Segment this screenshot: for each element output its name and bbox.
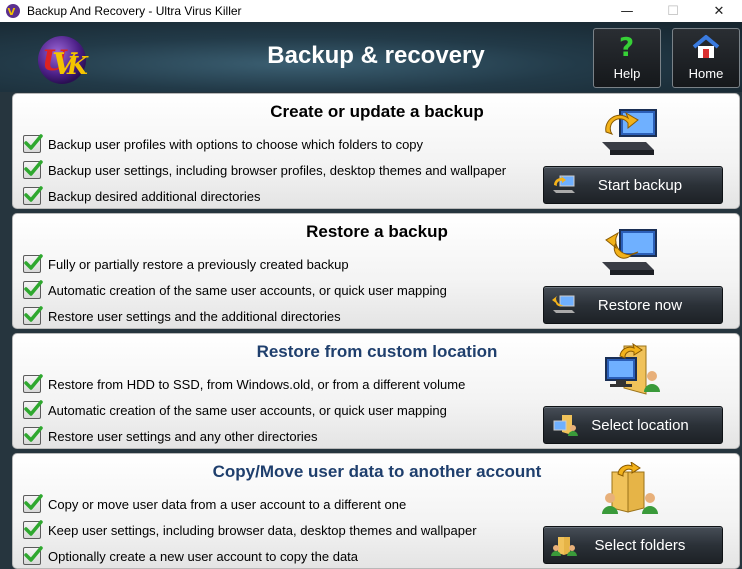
checkmark-icon — [23, 520, 43, 539]
select-location-button[interactable]: Select location — [543, 406, 723, 444]
list-item: Copy or move user data from a user accou… — [23, 494, 406, 514]
app-header: U V K Backup & recovery ? Help Home — [0, 22, 742, 92]
checkmark-icon — [23, 186, 43, 205]
maximize-button[interactable]: ☐ — [650, 0, 696, 22]
list-item: Backup user settings, including browser … — [23, 160, 506, 180]
list-item-text: Automatic creation of the same user acco… — [48, 402, 447, 418]
window-controls: — ☐ ✕ — [604, 0, 742, 22]
help-button-label: Help — [613, 66, 641, 81]
list-item-text: Optionally create a new user account to … — [48, 548, 359, 564]
select-folders-button[interactable]: Select folders — [543, 526, 723, 564]
home-button[interactable]: Home — [672, 28, 740, 88]
start-backup-label: Start backup — [597, 176, 683, 194]
list-item: Keep user settings, including browser da… — [23, 520, 477, 540]
list-item-text: Automatic creation of the same user acco… — [48, 282, 447, 298]
svg-text:?: ? — [619, 34, 634, 60]
folders-small-icon — [551, 537, 577, 556]
checkmark-icon — [23, 400, 43, 419]
backup-computer-icon — [602, 109, 657, 155]
list-item-text: Restore from HDD to SSD, from Windows.ol… — [48, 376, 466, 392]
copy-user-folders-icon — [602, 462, 658, 514]
question-mark-icon: ? — [619, 34, 634, 60]
list-item: Optionally create a new user account to … — [23, 546, 358, 566]
checkmark-icon — [23, 160, 43, 179]
restore-small-icon — [552, 295, 575, 313]
checkmark-icon — [23, 426, 43, 445]
minimize-button[interactable]: — — [604, 0, 650, 22]
panel-copy-move-user-data: Copy/Move user data to another account C… — [12, 453, 740, 569]
svg-text:V: V — [8, 7, 16, 18]
app-logo-icon: V — [6, 4, 20, 18]
custom-location-icon — [605, 342, 660, 395]
home-button-label: Home — [688, 66, 724, 81]
restore-now-button[interactable]: Restore now — [543, 286, 723, 324]
list-item-text: Fully or partially restore a previously … — [48, 256, 349, 272]
checkmark-icon — [23, 546, 43, 565]
uvk-logo-icon: U V K — [38, 36, 89, 84]
list-item-text: Restore user settings and the additional… — [48, 308, 341, 324]
list-item-text: Backup user profiles with options to cho… — [48, 136, 424, 152]
backup-small-icon — [553, 175, 575, 193]
help-button[interactable]: ? Help — [593, 28, 661, 88]
list-item: Restore user settings and any other dire… — [23, 426, 318, 446]
list-item: Automatic creation of the same user acco… — [23, 280, 447, 300]
location-small-icon — [553, 415, 578, 436]
select-folders-label: Select folders — [594, 536, 686, 554]
list-item: Backup user profiles with options to cho… — [23, 134, 423, 154]
checkmark-icon — [23, 374, 43, 393]
panel-restore-custom-location: Restore from custom location Restore fro… — [12, 333, 740, 449]
list-item-text: Copy or move user data from a user accou… — [48, 496, 407, 512]
checkmark-icon — [23, 306, 43, 325]
list-item-text: Backup desired additional directories — [48, 188, 261, 204]
list-item: Automatic creation of the same user acco… — [23, 400, 447, 420]
close-button[interactable]: ✕ — [696, 0, 742, 22]
list-item: Fully or partially restore a previously … — [23, 254, 349, 274]
select-location-label: Select location — [591, 416, 689, 434]
checkmark-icon — [23, 494, 43, 513]
panel-restore-backup: Restore a backup Fully or partially rest… — [12, 213, 740, 329]
checkmark-icon — [23, 134, 43, 153]
list-item-text: Restore user settings and any other dire… — [48, 428, 318, 444]
restore-now-label: Restore now — [597, 296, 683, 314]
list-item-text: Backup user settings, including browser … — [48, 162, 507, 178]
checkmark-icon — [23, 254, 43, 273]
title-bar: V Backup And Recovery - Ultra Virus Kill… — [0, 0, 742, 22]
panel-create-backup: Create or update a backup Backup user pr… — [12, 93, 740, 209]
svg-text:K: K — [66, 51, 89, 80]
start-backup-button[interactable]: Start backup — [543, 166, 723, 204]
list-item-text: Keep user settings, including browser da… — [48, 522, 477, 538]
restore-computer-icon — [602, 229, 657, 275]
house-icon — [692, 35, 720, 58]
list-item: Restore user settings and the additional… — [23, 306, 341, 326]
window-title: Backup And Recovery - Ultra Virus Killer — [27, 4, 242, 18]
checkmark-icon — [23, 280, 43, 299]
list-item: Restore from HDD to SSD, from Windows.ol… — [23, 374, 465, 394]
page-title: Backup & recovery — [267, 42, 485, 69]
list-item: Backup desired additional directories — [23, 186, 260, 206]
